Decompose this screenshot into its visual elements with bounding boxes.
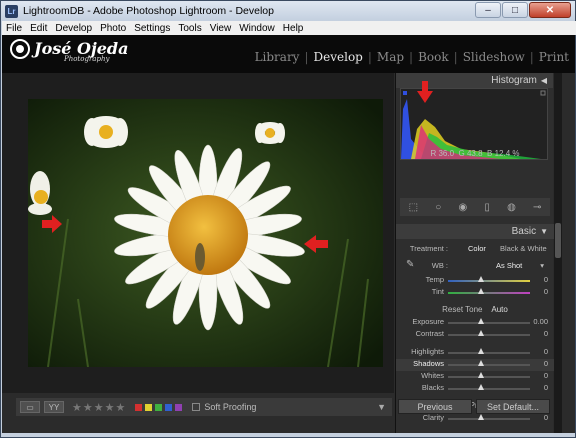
close-button[interactable]: ✕ (529, 2, 571, 18)
highlights-slider[interactable]: Highlights 0 (396, 347, 554, 359)
menu-develop[interactable]: Develop (55, 23, 92, 34)
minimize-button[interactable]: – (475, 2, 501, 18)
identity-subtitle: Photography (64, 55, 110, 63)
camera-logo-icon (10, 39, 30, 59)
menu-photo[interactable]: Photo (100, 23, 126, 34)
menu-help[interactable]: Help (283, 23, 304, 34)
menu-bar: File Edit Develop Photo Settings Tools V… (2, 21, 576, 35)
radial-filter-icon[interactable]: ◍ (507, 202, 516, 213)
treatment-bw-button[interactable]: Black & White (500, 244, 547, 253)
red-arrow-icon (417, 81, 433, 103)
wb-eyedropper-icon[interactable]: ✎ (406, 259, 414, 270)
adjustment-brush-icon[interactable]: ⊸ (533, 202, 541, 213)
set-default-button[interactable]: Set Default... (476, 399, 550, 414)
module-develop[interactable]: Develop (314, 50, 363, 64)
color-labels (132, 403, 183, 411)
lightroom-app: José Ojeda Photography Library | Develop |… (2, 35, 575, 433)
right-panel-scrollbar[interactable] (554, 73, 562, 433)
menu-window[interactable]: Window (239, 23, 275, 34)
exposure-slider[interactable]: Exposure 0.00 (396, 317, 554, 329)
previous-button[interactable]: Previous (398, 399, 472, 414)
b-value: 12.4 (494, 149, 511, 158)
soft-proofing-label: Soft Proofing (204, 402, 257, 412)
treatment-color-button[interactable]: Color (468, 244, 486, 253)
develop-tool-strip: ⬚ ○ ◉ ▯ ◍ ⊸ (400, 198, 550, 216)
red-eye-icon[interactable]: ◉ (458, 202, 467, 213)
label-blue[interactable] (165, 403, 173, 411)
image-viewer[interactable] (2, 73, 394, 393)
clarity-slider[interactable]: Clarity 0 (396, 413, 554, 425)
soft-proofing-checkbox[interactable] (192, 403, 201, 411)
r-value: 36.0 (438, 149, 455, 158)
treatment-row: Treatment : Color Black & White (409, 244, 547, 253)
window-title: LightroomDB - Adobe Photoshop Lightroom … (23, 5, 274, 17)
red-arrow-icon (42, 215, 62, 233)
reset-tone-button[interactable]: Reset Tone (442, 305, 482, 314)
module-book[interactable]: Book (418, 50, 449, 64)
crop-icon[interactable]: ⬚ (409, 202, 418, 213)
module-picker: Library | Develop | Map | Book | Slideshow | … (254, 50, 569, 64)
whites-slider[interactable]: Whites 0 (396, 371, 554, 383)
label-red[interactable] (135, 403, 143, 411)
menu-edit[interactable]: Edit (30, 23, 47, 34)
contrast-slider[interactable]: Contrast 0 (396, 329, 554, 341)
module-print[interactable]: Print (539, 50, 569, 64)
menu-file[interactable]: File (6, 23, 22, 34)
title-bar[interactable]: Lr LightroomDB - Adobe Photoshop Lightro… (1, 1, 575, 21)
rgb-readout: R 36.0 G 43.8 B 12.4 % (430, 149, 520, 158)
maximize-button[interactable]: □ (502, 2, 528, 18)
basic-panel: Basic ▼ Treatment : Color Black & White ✎… (396, 224, 554, 425)
menu-view[interactable]: View (210, 23, 232, 34)
temp-slider[interactable]: Temp 0 (396, 275, 554, 287)
toolbar: ▭ YY ★★★★★ Soft Proofing ▼ (16, 398, 392, 416)
spot-removal-icon[interactable]: ○ (435, 202, 441, 213)
label-yellow[interactable] (145, 403, 153, 411)
before-after-icon[interactable]: YY (44, 401, 64, 413)
toolbar-menu-caret-icon[interactable]: ▼ (377, 402, 386, 412)
auto-tone-button[interactable]: Auto (491, 305, 507, 314)
menu-settings[interactable]: Settings (134, 23, 170, 34)
module-slideshow[interactable]: Slideshow (463, 50, 525, 64)
tone-section: Reset Tone Auto (396, 303, 554, 317)
label-green[interactable] (155, 403, 163, 411)
g-value: 43.8 (466, 149, 483, 158)
daisy-photo (28, 99, 383, 367)
module-map[interactable]: Map (377, 50, 404, 64)
tint-slider[interactable]: Tint 0 (396, 287, 554, 299)
graduated-filter-icon[interactable]: ▯ (484, 202, 490, 213)
lightroom-window: Lr LightroomDB - Adobe Photoshop Lightro… (0, 0, 576, 438)
loupe-view-icon[interactable]: ▭ (20, 401, 40, 413)
basic-header[interactable]: Basic ▼ (396, 224, 554, 239)
module-library[interactable]: Library (255, 50, 300, 64)
menu-tools[interactable]: Tools (178, 23, 201, 34)
blacks-slider[interactable]: Blacks 0 (396, 383, 554, 395)
module-bar: José Ojeda Photography Library | Develop |… (2, 35, 575, 73)
shadows-slider[interactable]: Shadows 0 (396, 359, 554, 371)
lightroom-app-icon: Lr (5, 4, 18, 18)
wb-row: ✎ WB : As Shot ▾ (406, 259, 544, 270)
right-panel: Histogram ◀ R 36.0 G 43.8 B 12.4 % ⬚ ○ ◉… (395, 73, 554, 433)
label-purple[interactable] (175, 403, 183, 411)
histogram-title: Histogram (491, 75, 537, 86)
wb-select[interactable]: As Shot (496, 261, 522, 270)
red-arrow-icon (304, 235, 328, 253)
rating-stars[interactable]: ★★★★★ (72, 401, 126, 414)
